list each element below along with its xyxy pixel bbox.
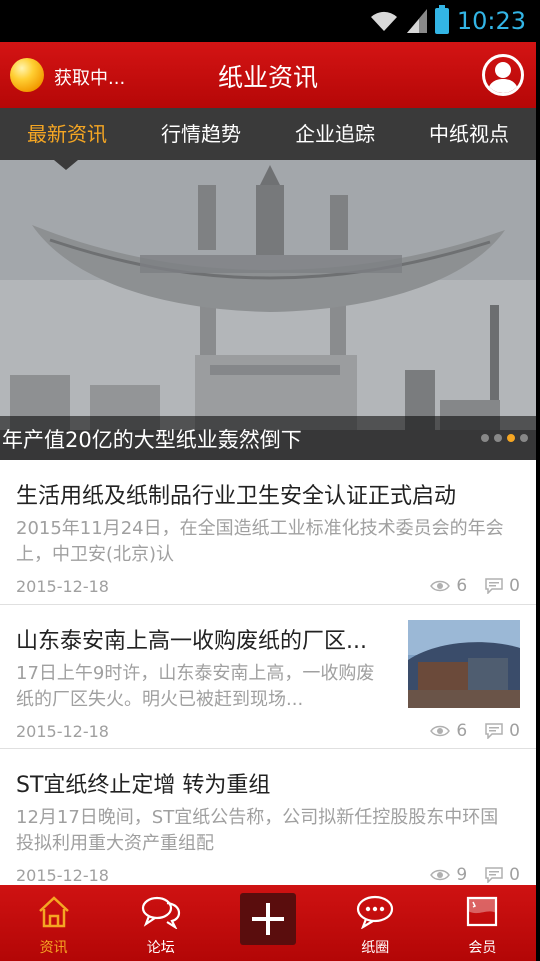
news-item[interactable]: 山东泰安南上高一收购废纸的厂区... 17日上午9时许，山东泰安南上高，一收购废… xyxy=(0,605,536,749)
slide-dot xyxy=(494,434,502,442)
signal-icon xyxy=(406,9,427,33)
banner-caption-bar: 年产值20亿的大型纸业轰然倒下 xyxy=(0,416,536,460)
wifi-icon xyxy=(370,11,397,31)
active-tab-pointer xyxy=(54,160,78,170)
view-count: 6 xyxy=(456,576,468,596)
tab-china-paper-view[interactable]: 中纸视点 xyxy=(402,108,536,160)
featured-banner[interactable]: 年产值20亿的大型纸业轰然倒下 xyxy=(0,160,536,460)
comment-icon xyxy=(485,578,503,594)
user-avatar-icon xyxy=(487,62,519,93)
eye-icon xyxy=(430,580,451,592)
banner-caption: 年产值20亿的大型纸业轰然倒下 xyxy=(2,428,302,452)
page-title: 纸业资讯 xyxy=(217,63,318,92)
nav-news[interactable]: 资讯 xyxy=(0,885,107,961)
slide-dot xyxy=(481,434,489,442)
news-summary: 2015年11月24日，在全国造纸工业标准化技术委员会的年会上，中卫安(北京)认 xyxy=(16,518,504,565)
news-date: 2015-12-18 xyxy=(16,866,109,885)
slide-indicator xyxy=(481,434,528,442)
category-tabs: 最新资讯 行情趋势 企业追踪 中纸视点 xyxy=(0,108,536,160)
bottom-nav: 资讯 论坛 纸圈 会员 xyxy=(0,885,536,961)
eye-icon xyxy=(430,869,451,881)
nav-publish[interactable] xyxy=(214,885,321,961)
news-stats: 9 0 xyxy=(430,865,520,885)
news-title: 山东泰安南上高一收购废纸的厂区... xyxy=(16,629,367,654)
comment-icon xyxy=(485,723,503,739)
nav-forum[interactable]: 论坛 xyxy=(107,885,214,961)
home-icon xyxy=(38,896,69,928)
news-title: 生活用纸及纸制品行业卫生安全认证正式启动 xyxy=(16,484,457,509)
comment-count: 0 xyxy=(509,865,520,885)
tab-company-tracking[interactable]: 企业追踪 xyxy=(268,108,402,160)
eye-icon xyxy=(430,725,451,737)
nav-label: 资讯 xyxy=(39,940,68,956)
news-item[interactable]: 生活用纸及纸制品行业卫生安全认证正式启动 2015年11月24日，在全国造纸工业… xyxy=(0,460,536,605)
app-header: 获取中... 纸业资讯 xyxy=(0,42,536,108)
news-item[interactable]: ST宜纸终止定增 转为重组 12月17日晚间，ST宜纸公告称，公司拟新任控股股东… xyxy=(0,749,536,894)
app-screen: 10:23 获取中... 纸业资讯 最新资讯 行情趋势 企业追踪 中纸视点 年产… xyxy=(0,0,536,961)
news-stats: 6 0 xyxy=(430,721,520,741)
nav-label: 会员 xyxy=(468,940,497,956)
news-date: 2015-12-18 xyxy=(16,577,109,596)
comment-count: 0 xyxy=(509,721,520,741)
nav-label: 纸圈 xyxy=(361,940,390,956)
screen-edge xyxy=(536,0,540,961)
speech-dots-icon xyxy=(357,895,394,929)
banner-photo xyxy=(0,160,536,460)
tab-market-trends[interactable]: 行情趋势 xyxy=(134,108,268,160)
nav-paper-circle[interactable]: 纸圈 xyxy=(322,885,429,961)
news-thumbnail xyxy=(408,620,520,708)
news-date: 2015-12-18 xyxy=(16,722,109,741)
slide-dot xyxy=(520,434,528,442)
status-time: 10:23 xyxy=(456,7,526,35)
battery-icon xyxy=(434,5,449,34)
status-bar: 10:23 xyxy=(0,0,536,42)
chat-bubbles-icon xyxy=(141,896,180,929)
news-stats: 6 0 xyxy=(430,576,520,596)
view-count: 6 xyxy=(456,721,468,741)
tab-latest-news[interactable]: 最新资讯 xyxy=(0,108,134,160)
plus-icon xyxy=(240,893,296,945)
status-indicators: 10:23 xyxy=(369,5,526,36)
news-title: ST宜纸终止定增 转为重组 xyxy=(16,773,271,798)
comment-icon xyxy=(485,867,503,883)
nav-member[interactable]: 会员 xyxy=(429,885,536,961)
news-summary: 17日上午9时许，山东泰安南上高，一收购废纸的厂区失火。明火已被赶到现场... xyxy=(16,663,375,710)
comment-count: 0 xyxy=(509,576,520,596)
view-count: 9 xyxy=(456,865,468,885)
slide-dot-active xyxy=(507,434,515,442)
news-summary: 12月17日晚间，ST宜纸公告称，公司拟新任控股股东中环国投拟利用重大资产重组配 xyxy=(16,807,499,854)
nav-label: 论坛 xyxy=(146,940,175,956)
profile-button[interactable] xyxy=(482,54,524,96)
thumbnail-photo xyxy=(408,620,520,708)
flag-card-icon xyxy=(467,896,498,927)
